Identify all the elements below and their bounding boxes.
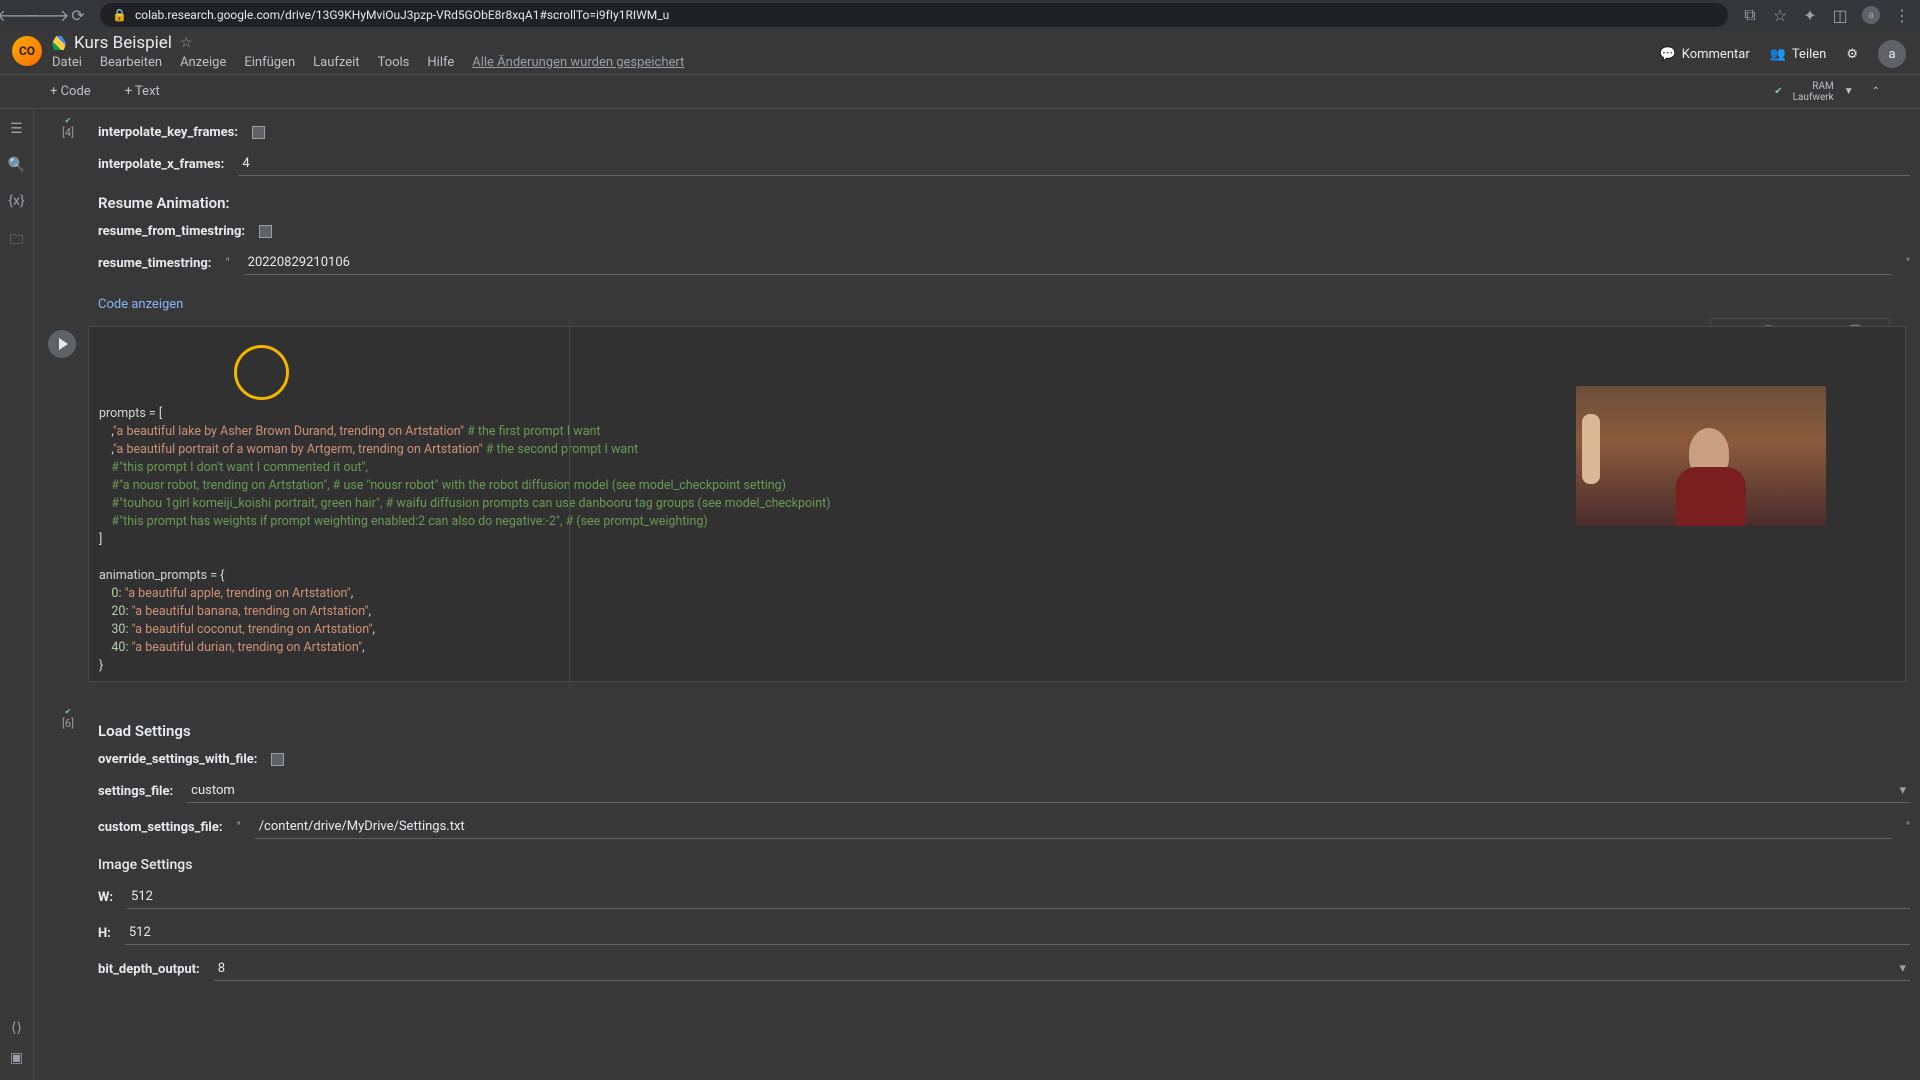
bit-depth-label: bit_depth_output: [98,962,200,977]
runtime-status[interactable]: RAM Laufwerk [1793,81,1834,103]
cell-executed-icon: ✔ [65,116,72,125]
w-label: W: [98,890,113,905]
gear-icon[interactable]: ⚙ [1846,47,1858,62]
settings-file-select[interactable]: ▾ [187,779,1910,803]
interpolate-x-frames-input[interactable] [238,152,1910,176]
menu-datei[interactable]: Datei [52,55,82,70]
translate-icon[interactable]: ⧉ [1742,7,1758,23]
override-settings-checkbox[interactable] [271,753,284,766]
chevron-down-icon-2: ▾ [1899,961,1906,976]
run-cell-button[interactable] [48,330,76,358]
resume-timestring-input[interactable] [244,251,1892,275]
cell-4-gutter: ✔ [4] [48,109,88,139]
show-code-link[interactable]: Code anzeigen [98,297,183,312]
forward-icon[interactable]: 🡒 [40,7,56,23]
reload-icon[interactable]: ⟳ [70,7,86,23]
h-label: H: [98,926,111,941]
extensions-icon[interactable]: ✦ [1802,7,1818,23]
code-cell-prompts: ✔ ↑ ↓ ⮺ ▤ ⚙ ⧉ 🗑 ⋮ prompts = [ ,"a beauti… [88,326,1906,682]
menu-einfuegen[interactable]: Einfügen [244,55,295,70]
browser-menu-icon[interactable]: ⋮ [1894,7,1910,23]
share-icon: 👥 [1770,47,1786,62]
files-icon[interactable]: 🗀 [10,229,24,253]
custom-settings-file-label: custom_settings_file: [98,820,223,835]
colab-header: CO Kurs Beispiel ☆ Datei Bearbeiten Anze… [0,30,1920,75]
collapse-up-icon[interactable]: ⌃ [1872,86,1880,97]
custom-settings-file-input[interactable] [255,815,1892,839]
w-input[interactable] [127,885,1910,909]
cell-6: ✔ [6] Load Settings override_settings_wi… [48,700,1920,997]
interpolate-x-frames-label: interpolate_x_frames: [98,157,224,172]
user-avatar[interactable]: a [1878,40,1906,68]
menu-anzeige[interactable]: Anzeige [180,55,226,70]
resume-from-timestring-label: resume_from_timestring: [98,224,245,239]
profile-icon[interactable]: a [1862,6,1880,24]
resume-animation-heading: Resume Animation: [98,194,1910,212]
override-settings-label: override_settings_with_file: [98,752,257,767]
menu-bearbeiten[interactable]: Bearbeiten [100,55,162,70]
sidepanel-icon[interactable]: ◫ [1832,7,1848,23]
h-input[interactable] [125,921,1910,945]
share-button[interactable]: 👥 Teilen [1770,47,1827,62]
cell-6-gutter: ✔ [6] [48,700,88,730]
toolbar: + Code + Text ✔ RAM Laufwerk ▼ ⌃ [0,75,1920,109]
settings-file-label: settings_file: [98,784,173,799]
resume-timestring-label: resume_timestring: [98,256,211,271]
terminal-icon[interactable]: ▣ [10,1050,23,1066]
toc-icon[interactable]: ☰ [10,121,23,137]
variables-icon[interactable]: {x} [8,193,24,209]
interpolate-key-frames-checkbox[interactable] [252,126,265,139]
doc-title[interactable]: Kurs Beispiel [74,33,172,53]
comment-icon: 💬 [1660,47,1676,62]
star-doc-icon[interactable]: ☆ [180,35,193,51]
menu-laufzeit[interactable]: Laufzeit [313,55,359,70]
bit-depth-select[interactable]: ▾ [214,957,1910,981]
image-settings-heading: Image Settings [98,857,1910,873]
notebook-main[interactable]: ✔ [4] interpolate_key_frames: interpolat… [34,109,1920,1080]
load-settings-heading: Load Settings [98,722,1910,740]
save-status[interactable]: Alle Änderungen wurden gespeichert [472,55,684,70]
add-text-button[interactable]: + Text [115,80,170,103]
command-palette-icon[interactable]: ⟨⟩ [11,1020,22,1036]
interpolate-key-frames-label: interpolate_key_frames: [98,125,238,140]
url-bar[interactable]: 🔒 colab.research.google.com/drive/13G9KH… [100,3,1728,27]
cell-executed-icon-2: ✔ [65,707,72,716]
url-text: colab.research.google.com/drive/13G9KHyM… [135,8,669,22]
menu-bar: Datei Bearbeiten Anzeige Einfügen Laufze… [52,53,684,74]
webcam-overlay [1576,386,1826,526]
runtime-check-icon: ✔ [1774,86,1782,97]
left-rail: ☰ 🔍 {x} 🗀 ⟨⟩ ▣ [0,109,34,1080]
colab-logo-icon[interactable]: CO [12,36,42,66]
add-code-button[interactable]: + Code [40,80,101,103]
comment-button[interactable]: 💬 Kommentar [1660,47,1750,62]
menu-hilfe[interactable]: Hilfe [427,55,454,70]
back-icon[interactable]: 🡐 [10,7,26,23]
annotation-circle [234,345,289,400]
resume-from-timestring-checkbox[interactable] [259,225,272,238]
chevron-down-icon: ▾ [1899,783,1906,798]
menu-tools[interactable]: Tools [378,55,410,70]
lock-icon: 🔒 [112,8,127,22]
drive-icon [52,36,66,50]
runtime-dropdown-icon[interactable]: ▼ [1844,86,1854,97]
browser-chrome: 🡐 🡒 ⟳ 🔒 colab.research.google.com/drive/… [0,0,1920,30]
star-icon[interactable]: ☆ [1772,7,1788,23]
cell-4: ✔ [4] interpolate_key_frames: interpolat… [48,109,1920,316]
search-icon[interactable]: 🔍 [8,157,25,173]
